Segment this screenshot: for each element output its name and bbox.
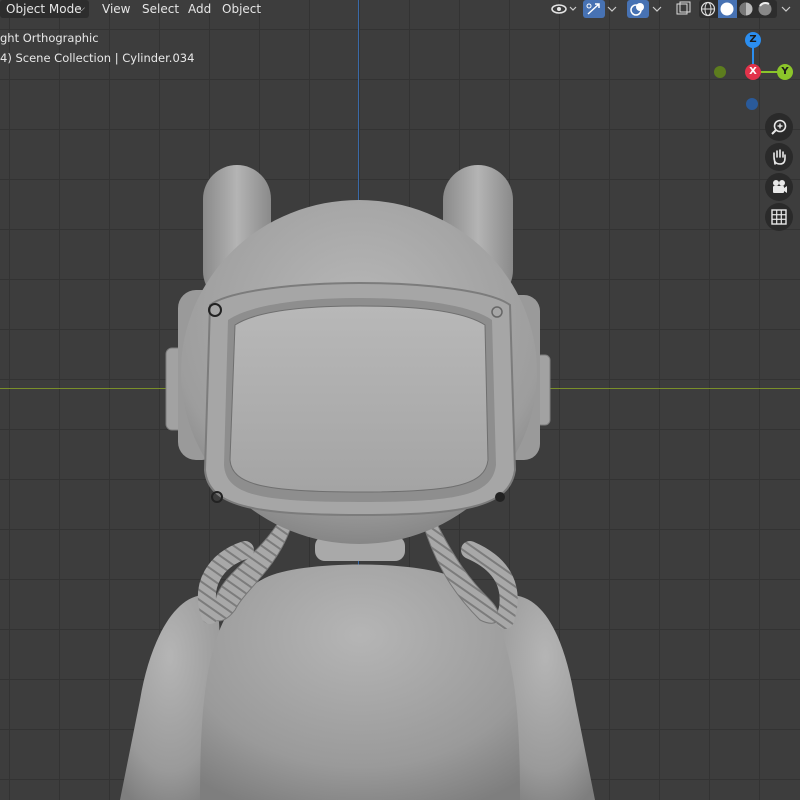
mode-selector[interactable]: Object Mode ⌵ — [0, 0, 89, 18]
gizmo-y-axis[interactable]: Y — [777, 64, 793, 80]
chevron-down-icon: ⌵ — [78, 4, 85, 14]
shading-options-chevron-icon[interactable] — [778, 0, 794, 18]
astronaut-model[interactable] — [0, 0, 800, 800]
visor-glass — [229, 305, 489, 493]
gizmo-x-axis[interactable]: X — [745, 64, 761, 80]
navigation-gizmo[interactable]: Z X Y — [700, 28, 800, 118]
view-name-label: ght Orthographic — [0, 31, 99, 45]
zoom-icon[interactable] — [765, 113, 793, 141]
gizmo-neg-z-axis[interactable] — [746, 98, 758, 110]
camera-icon[interactable] — [765, 173, 793, 201]
solid-shading-icon — [720, 2, 734, 16]
overlay-toggle-icon[interactable] — [627, 0, 649, 18]
mode-label: Object Mode — [6, 2, 82, 16]
chevron-down-icon[interactable] — [649, 0, 665, 18]
grid-icon[interactable] — [765, 203, 793, 231]
select-menu[interactable]: Select — [137, 0, 184, 18]
gizmo-neg-y-axis[interactable] — [714, 66, 726, 78]
shading-mode-group — [699, 0, 777, 18]
bolt-bottom-right — [495, 492, 505, 502]
gizmo-z-axis[interactable]: Z — [745, 32, 761, 48]
rendered-shading-icon — [758, 1, 772, 16]
wireframe-shading-icon — [700, 1, 716, 17]
add-menu[interactable]: Add — [183, 0, 216, 18]
chevron-down-icon[interactable] — [605, 0, 619, 18]
visibility-icon[interactable] — [549, 0, 579, 18]
viewport-header: Object Mode ⌵ View Select Add Object — [0, 0, 800, 20]
gizmo-toggle-icon[interactable] — [583, 0, 605, 18]
view-menu[interactable]: View — [97, 0, 135, 18]
hand-pan-icon[interactable] — [765, 143, 793, 171]
material-shading-icon — [739, 2, 753, 16]
collection-info-label: 4) Scene Collection | Cylinder.034 — [0, 51, 195, 65]
object-menu[interactable]: Object — [217, 0, 266, 18]
xray-toggle-icon[interactable] — [673, 0, 693, 18]
3d-viewport[interactable]: Object Mode ⌵ View Select Add Object ght… — [0, 0, 800, 800]
